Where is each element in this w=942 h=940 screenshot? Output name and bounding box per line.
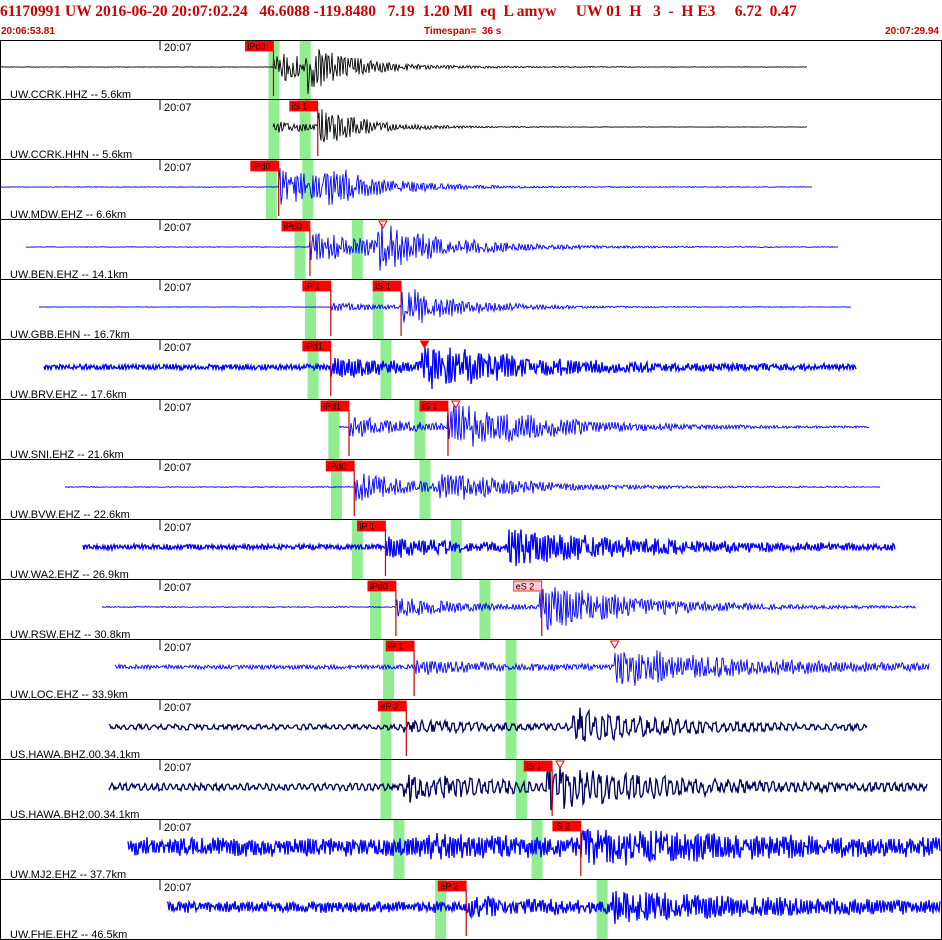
time-tick-label: 20:07 [164, 282, 192, 294]
waveform-trace [64, 473, 881, 502]
trace-row: iPd120:07UW.BRV.EHZ -- 17.6km [0, 340, 942, 401]
theoretical-arrival-band [596, 880, 608, 940]
theoretical-arrival-band [302, 160, 314, 220]
waveform-trace [82, 529, 896, 566]
waveform-trace [38, 289, 852, 323]
station-label: UW.FHE.EHZ -- 46.5km [10, 929, 127, 940]
time-tick-label: 20:07 [164, 882, 192, 894]
trace-row: iS 220:07UW.MJ2.EHZ -- 37.7km [0, 820, 942, 881]
waveform-trace [101, 587, 917, 631]
pick-label: eP 2 [440, 882, 458, 892]
waveform-trace [166, 890, 941, 924]
theoretical-arrival-band [268, 100, 280, 160]
trace-row: eP 220:07US.HAWA.BHZ.00.34.1km [0, 700, 942, 761]
time-tick-label: 20:07 [164, 102, 192, 114]
pick-label: iP 1 [388, 642, 403, 652]
event-header: 61170991 UW 2016-06-20 20:07:02.24 46.60… [0, 0, 942, 40]
pick-label: iS 1 [422, 402, 438, 412]
panel-frame [0, 40, 942, 940]
time-tick-label: 20:07 [164, 642, 192, 654]
pick-label: iP 1 [305, 282, 320, 292]
trace-row: eP 2 20:07 UW.FHE.EHZ -- 46.5km [0, 880, 942, 940]
pick-label: eP 2 [380, 702, 398, 712]
seismogram-panel[interactable]: iPd020:07UW.CCRK.HHZ -- 5.6kmiS 120:07UW… [0, 40, 942, 940]
trace-row: iP 120:07UW.LOC.EHZ -- 33.9km [0, 640, 942, 701]
waveform-trace [108, 707, 868, 742]
trace-row: iPd020:07UW.MDW.EHZ -- 6.6km [0, 160, 942, 221]
trace-row: iPd1 iS 120:07UW.SNI.EHZ -- 21.6km [0, 400, 942, 461]
trace-row: iP 120:07UW.WA2.EHZ -- 26.9km [0, 520, 942, 581]
trace-row: iPd020:07UW.BVW.EHZ -- 22.6km [0, 460, 942, 521]
pick-label: iS 1 [375, 282, 391, 292]
waveform-trace [272, 109, 807, 143]
time-tick-label: 20:07 [164, 822, 192, 834]
time-tick-label: 20:07 [164, 402, 192, 414]
event-summary-line: 61170991 UW 2016-06-20 20:07:02.24 46.60… [0, 3, 797, 20]
waveform-trace [25, 223, 839, 271]
window-start-time: 20:06:53.81 [1, 26, 55, 37]
pick-marker-triangle [419, 340, 430, 350]
time-tick-label: 20:07 [164, 42, 192, 54]
window-end-time: 20:07:29.94 [885, 26, 939, 37]
trace-row: iS 120:07US.HAWA.BH2.00.34.1km [0, 760, 942, 821]
time-tick-label: 20:07 [164, 582, 192, 594]
pick-marker-triangle [377, 220, 388, 230]
timespan-label: Timespan= 36 s [424, 26, 502, 37]
trace-row: iPd0 eS 220:07UW.RSW.EHZ -- 30.8km [0, 580, 942, 641]
waveform-trace [0, 49, 807, 94]
time-tick-label: 20:07 [164, 762, 192, 774]
waveform-trace [0, 167, 813, 206]
pick-label: iPd0 [253, 162, 271, 172]
time-tick-label: 20:07 [164, 342, 192, 354]
time-tick-label: 20:07 [164, 462, 192, 474]
trace-row: iS 120:07UW.CCRK.HHN -- 5.6km [0, 100, 942, 161]
pick-label: iPd1 [323, 402, 341, 412]
time-tick-label: 20:07 [164, 702, 192, 714]
pick-label: iS 2 [555, 822, 571, 832]
trace-row: iP 1 iS 120:07UW.GBB.EHN -- 16.7km [0, 280, 942, 341]
pick-label: eS 2 [516, 582, 535, 592]
theoretical-arrival-band [505, 700, 517, 760]
time-tick-label: 20:07 [164, 162, 192, 174]
pick-label: iP 1 [359, 522, 374, 532]
theoretical-arrival-band [299, 40, 311, 100]
waveform-trace [114, 650, 930, 686]
pick-label: iPd0 [284, 222, 302, 232]
pick-label: iPd1 [305, 342, 323, 352]
pick-label: iS 1 [292, 102, 308, 112]
trace-row: iPd020:07UW.BEN.EHZ -- 14.1km [0, 220, 942, 281]
pick-label: iPd0 [247, 42, 265, 52]
time-tick-label: 20:07 [164, 222, 192, 234]
pick-marker-triangle [609, 640, 620, 650]
time-tick-label: 20:07 [164, 522, 192, 534]
trace-row: iPd020:07UW.CCRK.HHZ -- 5.6km [0, 40, 942, 101]
pick-label: iS 1 [526, 762, 542, 772]
pick-label: iPd0 [328, 462, 346, 472]
pick-label: iPd0 [370, 582, 388, 592]
theoretical-arrival-band [479, 580, 491, 640]
